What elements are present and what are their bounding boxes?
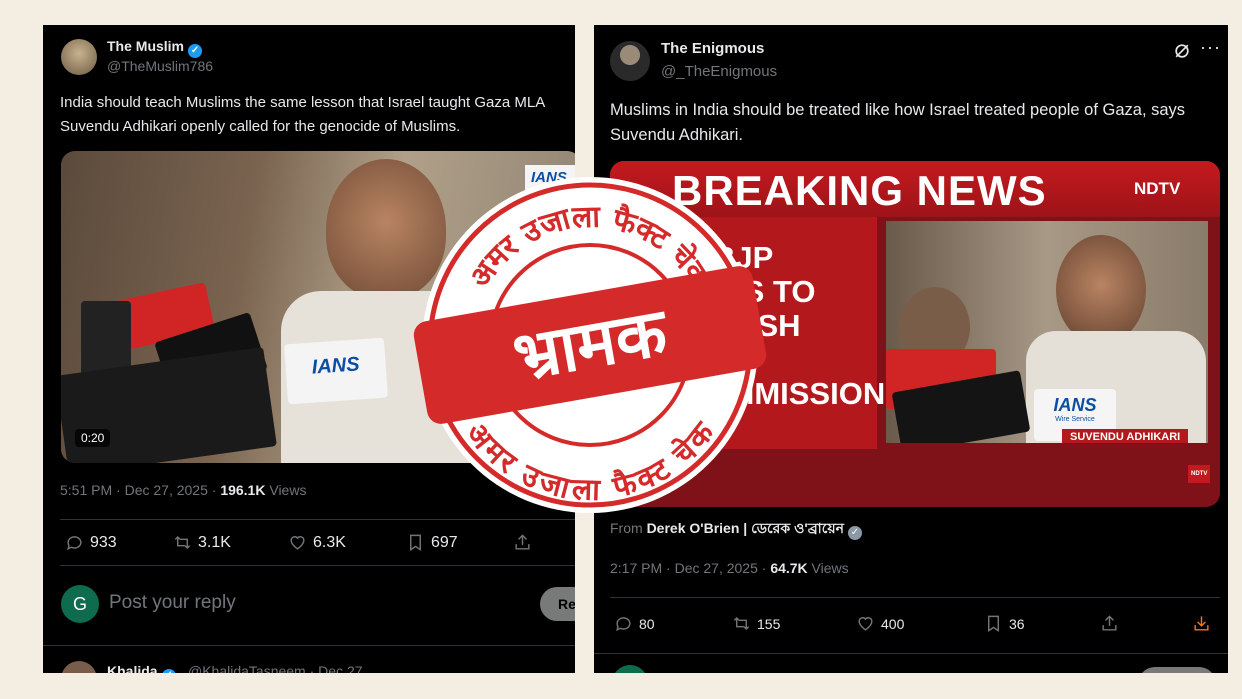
divider [43,645,575,646]
verified-badge-icon: ✓ [188,44,203,58]
mic-label: IANS [311,353,361,379]
author-avatar[interactable] [610,41,650,81]
like-action[interactable]: 400 [856,614,904,633]
repost-action[interactable]: 3.1K [173,533,231,552]
repost-count: 3.1K [198,533,231,551]
author-name-text[interactable]: The Muslim [107,38,184,54]
share-icon [515,534,530,550]
video-mic-ians: IANS [284,337,388,405]
next-reply-author[interactable]: Khalida✓ [107,663,176,673]
video-duration: 0:20 [75,429,111,447]
divider [60,565,575,566]
grok-icon[interactable] [1172,41,1192,61]
like-icon [858,617,873,631]
tweet-meta: 5:51 PM · Dec 27, 2025 · 196.1K Views [60,482,306,498]
next-reply-avatar[interactable] [61,661,97,673]
tweet-meta: 2:17 PM · Dec 27, 2025 · 64.7K Views [610,560,849,576]
reply-icon [67,536,82,551]
share-action[interactable] [1100,614,1119,633]
reply-icon [616,617,631,632]
next-reply-name[interactable]: Khalida [107,663,158,673]
verified-badge-icon: ✓ [161,669,176,673]
repost-action[interactable]: 155 [732,614,780,633]
like-count: 6.3K [313,533,346,551]
divider [594,653,1228,654]
author-handle[interactable]: @TheMuslim786 [107,58,213,74]
reply-count: 80 [639,615,655,632]
download-icon [1194,616,1209,631]
bookmark-action[interactable]: 697 [406,533,458,552]
like-action[interactable]: 6.3K [288,533,346,552]
bookmark-icon [410,534,421,551]
views-count: 64.7K [770,560,808,576]
bookmark-count: 36 [1009,615,1025,632]
verified-badge-icon: ✓ [847,526,862,540]
video-frame: IANS Wire Service SUVENDU ADHIKARI [886,221,1208,443]
author-handle[interactable]: @_TheEnigmous [661,63,777,80]
reply-action[interactable]: 933 [65,533,117,552]
fact-check-stamp: अमर उजाला फैक्ट चेक अमर उजाला फैक्ट चेक … [413,177,767,513]
video-person [1056,235,1146,345]
reply-action[interactable]: 80 [614,614,655,633]
next-reply-handle[interactable]: @KhalidaTasneem · Dec 27 [188,663,363,673]
timestamp[interactable]: 5:51 PM · Dec 27, 2025 · [60,482,220,498]
mic-sublabel: Wire Service [1055,416,1095,423]
bookmark-icon [988,615,999,632]
reply-button[interactable]: Re [540,587,575,621]
author-name[interactable]: The Muslim ✓ [107,38,203,58]
reply-count: 933 [90,533,117,551]
reply-avatar[interactable]: G [61,585,99,623]
reply-button[interactable] [1138,667,1216,673]
views-count: 196.1K [220,482,266,498]
name-strap: SUVENDU ADHIKARI [1062,429,1189,443]
corner-ndtv-logo: NDTV [1188,465,1211,483]
author-avatar[interactable] [61,39,97,75]
tweet-text: India should teach Muslims the same less… [60,94,545,135]
share-action[interactable] [513,533,532,552]
timestamp[interactable]: 2:17 PM · Dec 27, 2025 · [610,560,770,576]
like-icon [290,536,305,550]
reply-avatar[interactable] [612,665,648,673]
ndtv-logo: NDTV [1134,179,1181,198]
more-icon[interactable]: ··· [1200,37,1221,58]
author-name[interactable]: The Enigmous [661,40,764,57]
download-action[interactable] [1192,614,1211,633]
views-label: Views [265,482,307,498]
like-count: 400 [881,615,905,632]
reply-input[interactable]: Post your reply [109,592,236,614]
bookmark-count: 697 [431,533,458,551]
mic-label: IANS [1053,395,1097,415]
repost-count: 155 [757,615,781,632]
share-icon [1102,615,1117,631]
repost-icon [733,616,750,631]
tweet-text: Muslims in India should be treated like … [610,101,1186,144]
repost-icon [174,535,191,550]
views-label: Views [807,560,849,576]
divider [610,597,1220,598]
bookmark-action[interactable]: 36 [984,614,1025,633]
